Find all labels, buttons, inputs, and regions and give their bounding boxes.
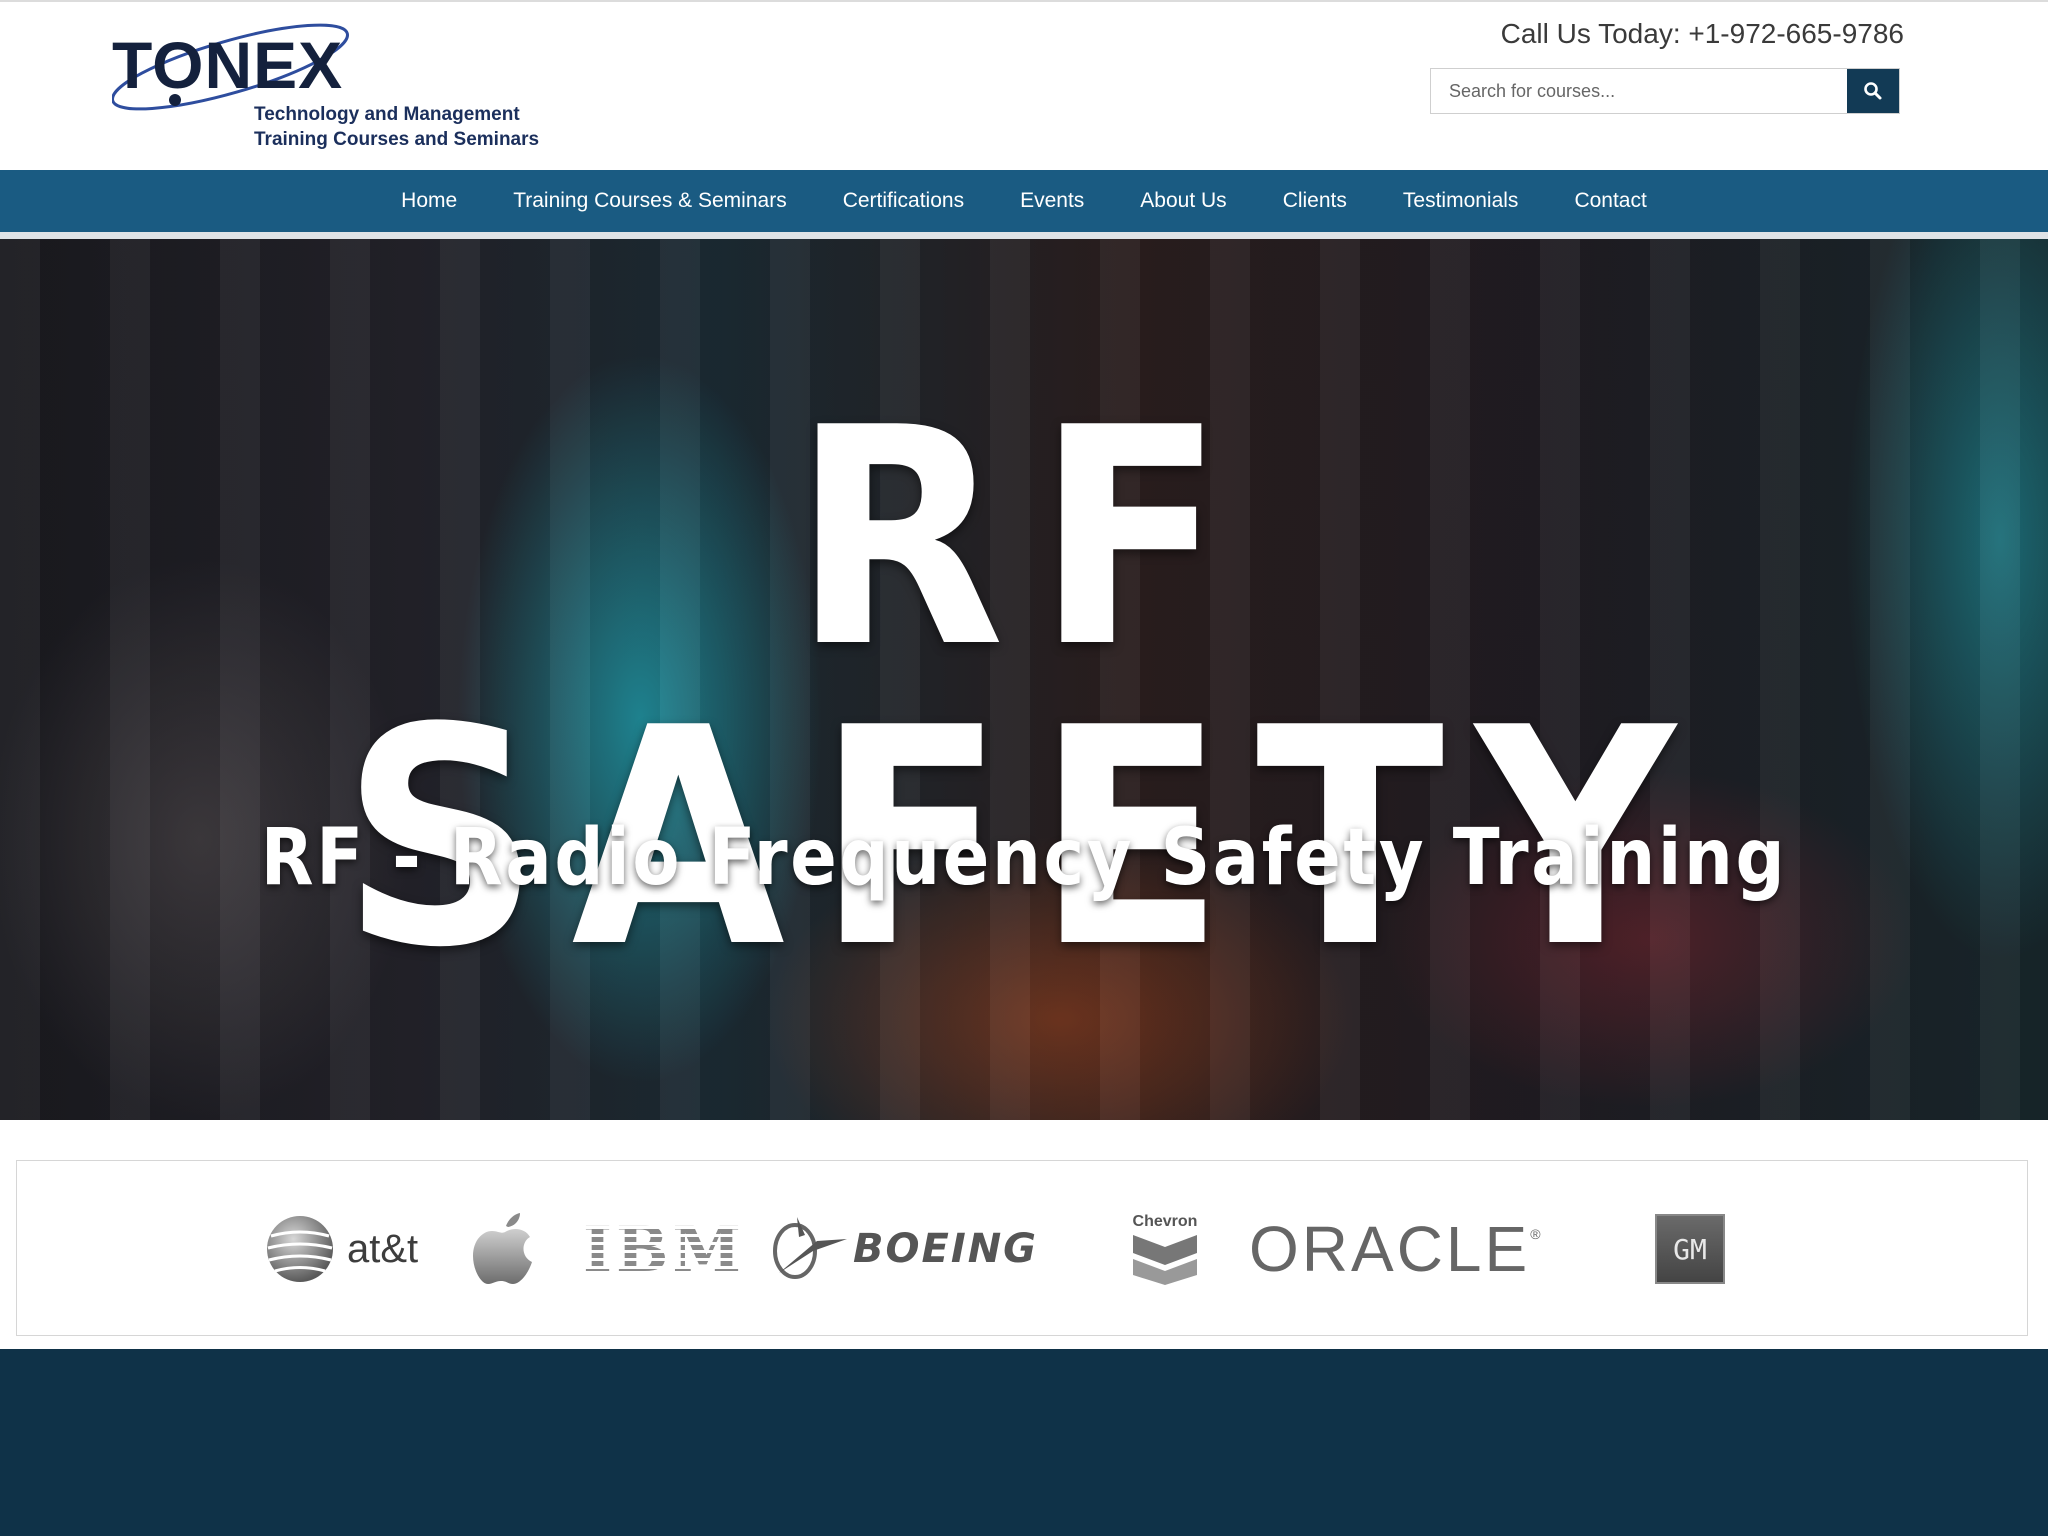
footer-band — [0, 1349, 2048, 1536]
oracle-logo-text: ORACLE — [1249, 1213, 1531, 1285]
nav-menu: Home Training Courses & Seminars Certifi… — [0, 170, 2048, 232]
registered-mark-icon: ® — [1530, 1226, 1541, 1242]
nav-item-home[interactable]: Home — [373, 170, 485, 232]
top-border — [0, 0, 2048, 2]
search-input[interactable] — [1431, 69, 1849, 113]
nav-item-events[interactable]: Events — [992, 170, 1112, 232]
client-logo-apple — [473, 1161, 537, 1337]
search-icon — [1864, 82, 1882, 100]
nav-item-testimonials[interactable]: Testimonials — [1375, 170, 1547, 232]
main-navigation: Home Training Courses & Seminars Certifi… — [0, 170, 2048, 232]
site-logo[interactable]: TONEX Technology and Management Training… — [112, 10, 539, 150]
search-button[interactable] — [1847, 69, 1899, 113]
apple-logo-icon — [473, 1213, 532, 1284]
hero-banner: RF SAFETY RF - Radio Frequency Safety Tr… — [0, 239, 2048, 1120]
nav-item-training-courses[interactable]: Training Courses & Seminars — [485, 170, 815, 232]
search-form — [1430, 68, 1900, 114]
gm-logo-badge: GM — [1655, 1214, 1725, 1284]
phone-number: Call Us Today: +1-972-665-9786 — [1500, 18, 1904, 49]
att-logo-text: at&t — [347, 1226, 419, 1271]
chevron-logo-text: Chevron — [1132, 1213, 1198, 1230]
ibm-logo-text: IBM — [583, 1212, 746, 1286]
client-logos-strip: at&t IBM BOEING Chevron ORACLE ® GM — [16, 1160, 2028, 1336]
logo-tagline-1: Technology and Management — [254, 104, 520, 125]
att-globe-icon — [267, 1216, 333, 1282]
client-logo-oracle: ORACLE ® — [1249, 1161, 1541, 1337]
nav-item-about-us[interactable]: About Us — [1112, 170, 1254, 232]
client-logo-att: at&t — [265, 1161, 418, 1337]
logo-tagline-2: Training Courses and Seminars — [254, 129, 540, 150]
chevron-logo-icon — [1133, 1235, 1197, 1285]
boeing-logo-text: BOEING — [853, 1226, 1039, 1272]
logo-wordmark: TONEX — [112, 28, 344, 102]
client-logo-ibm: IBM — [583, 1161, 745, 1337]
client-logo-boeing: BOEING — [769, 1161, 1038, 1337]
nav-item-clients[interactable]: Clients — [1255, 170, 1375, 232]
nav-divider — [0, 232, 2048, 239]
nav-item-certifications[interactable]: Certifications — [815, 170, 992, 232]
boeing-logo-icon — [773, 1217, 847, 1279]
nav-item-contact[interactable]: Contact — [1546, 170, 1674, 232]
client-logo-gm: GM — [1655, 1161, 1725, 1337]
gm-logo-text: GM — [1673, 1232, 1707, 1266]
hero-subtitle: RF - Radio Frequency Safety Training — [260, 813, 1788, 903]
client-logo-chevron: Chevron — [1131, 1161, 1199, 1337]
